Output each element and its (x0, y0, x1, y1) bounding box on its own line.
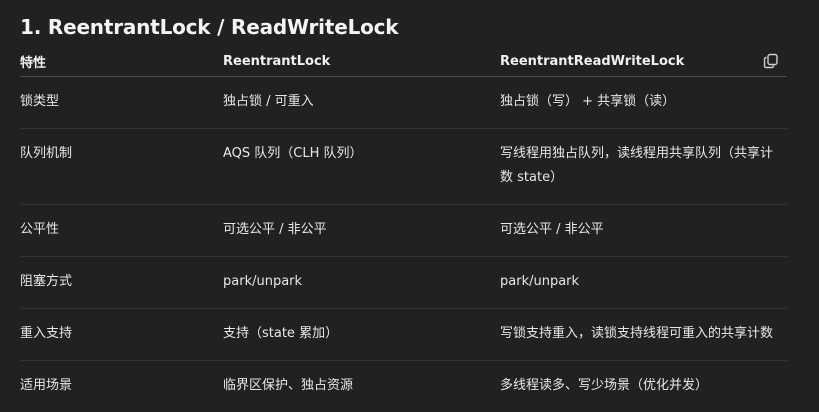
cell-feature: 适用场景 (20, 361, 223, 412)
cell-reentrantlock: AQS 队列（CLH 队列） (223, 129, 500, 205)
table-row: 公平性 可选公平 / 非公平 可选公平 / 非公平 (20, 205, 787, 257)
cell-readwritelock: 写锁支持重入，读锁支持线程可重入的共享计数 (500, 309, 787, 361)
cell-reentrantlock: park/unpark (223, 257, 500, 309)
cell-text: 锁类型 (20, 90, 223, 114)
cell-reentrantlock: 临界区保护、独占资源 (223, 361, 500, 412)
cell-text: 写线程用独占队列，读线程用共享队列（共享计数 state） (500, 142, 787, 190)
cell-readwritelock: 写线程用独占队列，读线程用共享队列（共享计数 state） (500, 129, 787, 205)
cell-readwritelock: park/unpark (500, 257, 787, 309)
cell-text: 多线程读多、写少场景（优化并发） (500, 374, 787, 398)
table-row: 重入支持 支持（state 累加） 写锁支持重入，读锁支持线程可重入的共享计数 (20, 309, 787, 361)
cell-text: 队列机制 (20, 142, 223, 166)
cell-readwritelock: 可选公平 / 非公平 (500, 205, 787, 257)
header-feature: 特性 (20, 46, 223, 77)
cell-text: AQS 队列（CLH 队列） (223, 142, 500, 166)
cell-feature: 公平性 (20, 205, 223, 257)
cell-text: 临界区保护、独占资源 (223, 374, 500, 398)
cell-text: 阻塞方式 (20, 270, 223, 294)
cell-text: 写锁支持重入，读锁支持线程可重入的共享计数 (500, 322, 787, 346)
copy-icon[interactable] (762, 52, 780, 70)
cell-text: 可选公平 / 非公平 (500, 218, 787, 242)
header-readwritelock: ReentrantReadWriteLock (500, 46, 787, 77)
cell-text: park/unpark (500, 270, 787, 294)
table-header-row: 特性 ReentrantLock ReentrantReadWriteLock (20, 46, 787, 77)
cell-text: 公平性 (20, 218, 223, 242)
cell-reentrantlock: 支持（state 累加） (223, 309, 500, 361)
cell-reentrantlock: 独占锁 / 可重入 (223, 77, 500, 129)
cell-text: 独占锁 / 可重入 (223, 90, 500, 114)
header-reentrantlock: ReentrantLock (223, 46, 500, 77)
cell-text: park/unpark (223, 270, 500, 294)
cell-readwritelock: 多线程读多、写少场景（优化并发） (500, 361, 787, 412)
cell-readwritelock: 独占锁（写） + 共享锁（读） (500, 77, 787, 129)
table-row: 锁类型 独占锁 / 可重入 独占锁（写） + 共享锁（读） (20, 77, 787, 129)
cell-feature: 锁类型 (20, 77, 223, 129)
header-readwritelock-label: ReentrantReadWriteLock (500, 54, 684, 69)
cell-text: 可选公平 / 非公平 (223, 218, 500, 242)
cell-reentrantlock: 可选公平 / 非公平 (223, 205, 500, 257)
cell-text: 支持（state 累加） (223, 322, 500, 346)
cell-feature: 队列机制 (20, 129, 223, 205)
comparison-table: 特性 ReentrantLock ReentrantReadWriteLock … (20, 46, 787, 412)
cell-feature: 阻塞方式 (20, 257, 223, 309)
cell-feature: 重入支持 (20, 309, 223, 361)
cell-text: 独占锁（写） + 共享锁（读） (500, 90, 787, 114)
section-heading: 1. ReentrantLock / ReadWriteLock (20, 12, 398, 42)
table-row: 队列机制 AQS 队列（CLH 队列） 写线程用独占队列，读线程用共享队列（共享… (20, 129, 787, 205)
table-row: 阻塞方式 park/unpark park/unpark (20, 257, 787, 309)
cell-text: 重入支持 (20, 322, 223, 346)
cell-text: 适用场景 (20, 374, 223, 398)
table-row: 适用场景 临界区保护、独占资源 多线程读多、写少场景（优化并发） (20, 361, 787, 412)
